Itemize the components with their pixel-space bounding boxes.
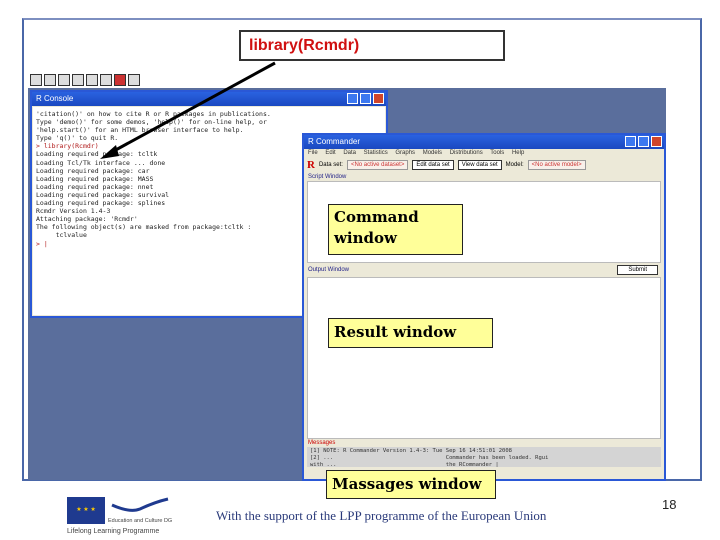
messages-window-note: Massages window <box>326 470 496 499</box>
llp-bird-logo <box>111 497 169 512</box>
note-line: Command <box>334 208 419 226</box>
dataset-select[interactable]: <No active dataset> <box>346 160 409 170</box>
script-window-label: Script Window <box>308 174 347 180</box>
output-window[interactable] <box>307 277 661 439</box>
model-label: Model: <box>505 162 524 168</box>
programme-caption: Lifelong Learning Programme <box>67 528 160 535</box>
r-logo-icon: R <box>307 159 315 171</box>
rcmdr-toolbar: R Data set: <No active dataset> Edit dat… <box>304 157 664 173</box>
submit-button[interactable]: Submit <box>617 265 658 275</box>
edit-dataset-button[interactable]: Edit data set <box>412 160 454 170</box>
r-commander-window: R Commander File Edit Data Statistics Gr… <box>302 133 666 481</box>
view-dataset-button[interactable]: View data set <box>457 160 502 170</box>
rcmdr-title: R Commander <box>308 137 361 146</box>
output-window-label: Output Window <box>308 267 350 273</box>
rcmdr-titlebar: R Commander <box>304 135 664 149</box>
message-line: [1] NOTE: R Commander Version 1.4-3: Tue… <box>310 448 512 454</box>
eu-flag-logo: ★ ★ ★ <box>67 497 105 524</box>
result-window-note: Result window <box>328 318 493 348</box>
maximize-button[interactable] <box>638 136 649 147</box>
messages-window[interactable]: [1] NOTE: R Commander Version 1.4-3: Tue… <box>307 447 661 467</box>
messages-label: Messages <box>308 440 336 446</box>
minimize-button[interactable] <box>625 136 636 147</box>
footer-text: With the support of the LPP programme of… <box>216 508 547 523</box>
page-number: 18 <box>662 497 677 512</box>
note-line: window <box>334 229 397 247</box>
model-select[interactable]: <No active model> <box>527 160 586 170</box>
logo-caption: Education and Culture DG <box>108 518 173 524</box>
close-button[interactable] <box>651 136 662 147</box>
menu-bar[interactable]: File Edit Data Statistics Graphs Models … <box>304 149 664 157</box>
message-line: [2] ... Commander has been loaded. Rgui <box>310 455 549 461</box>
message-line: with ... the RCommander | <box>310 462 499 467</box>
command-window-note: Command window <box>328 204 463 255</box>
dataset-label: Data set: <box>318 162 343 168</box>
